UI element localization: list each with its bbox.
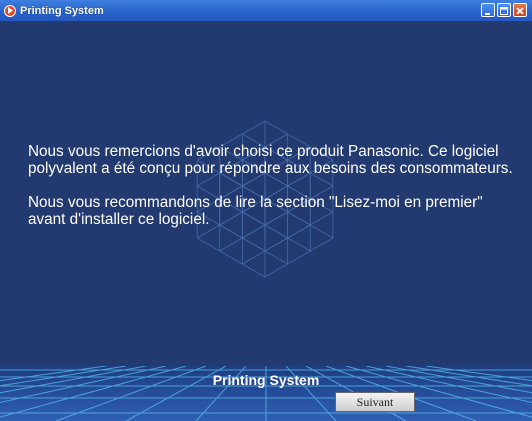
close-icon [516,7,524,15]
message-paragraph-2: Nous vous recommandons de lire la sectio… [28,194,483,228]
window-title: Printing System [20,4,104,17]
footer-title: Printing System [212,372,320,388]
footer-bar: Printing System Suivant [0,366,532,421]
minimize-button[interactable] [481,3,495,17]
close-button[interactable] [513,3,527,17]
welcome-message: Nous vous remercions d'avoir choisi ce p… [28,143,518,245]
play-icon [4,4,16,17]
maximize-button[interactable] [497,3,511,17]
minimize-icon [485,13,490,15]
maximize-icon [500,7,508,15]
content-area: Nous vous remercions d'avoir choisi ce p… [0,21,532,366]
installer-window: Printing System Nous vous remercions d'a… [0,0,532,421]
message-paragraph-1: Nous vous remercions d'avoir choisi ce p… [28,143,513,177]
next-button[interactable]: Suivant [335,392,415,412]
title-bar[interactable]: Printing System [0,0,532,21]
